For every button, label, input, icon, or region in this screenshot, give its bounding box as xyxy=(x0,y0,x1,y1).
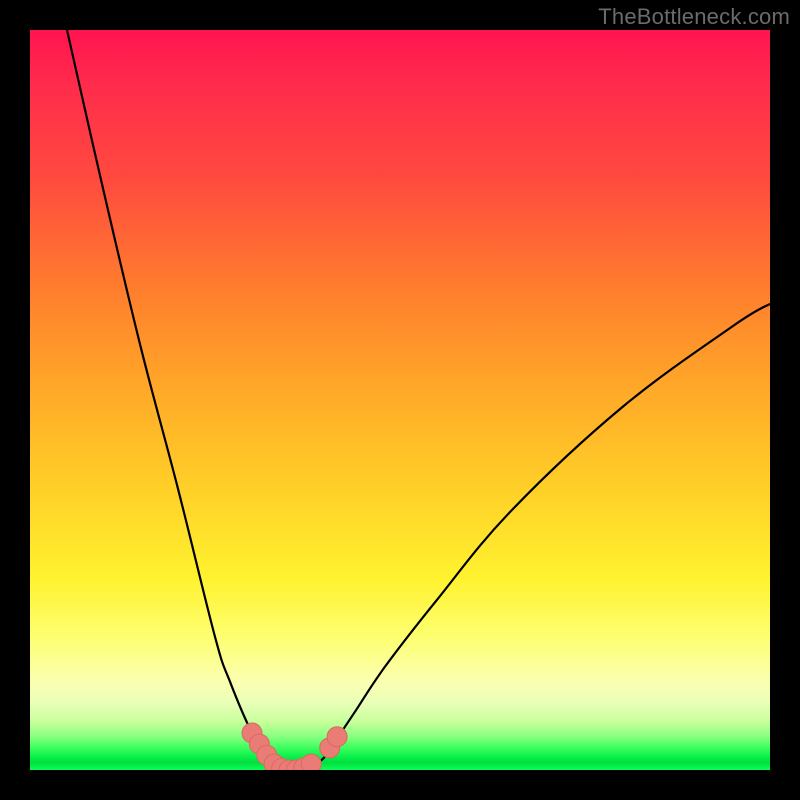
curve-marker xyxy=(301,754,321,770)
curve-layer xyxy=(30,30,770,770)
curve-marker xyxy=(327,727,347,747)
plot-area xyxy=(30,30,770,770)
watermark-text: TheBottleneck.com xyxy=(598,4,790,30)
bottleneck-curve xyxy=(67,30,770,770)
marker-group xyxy=(242,723,347,770)
chart-frame: TheBottleneck.com xyxy=(0,0,800,800)
